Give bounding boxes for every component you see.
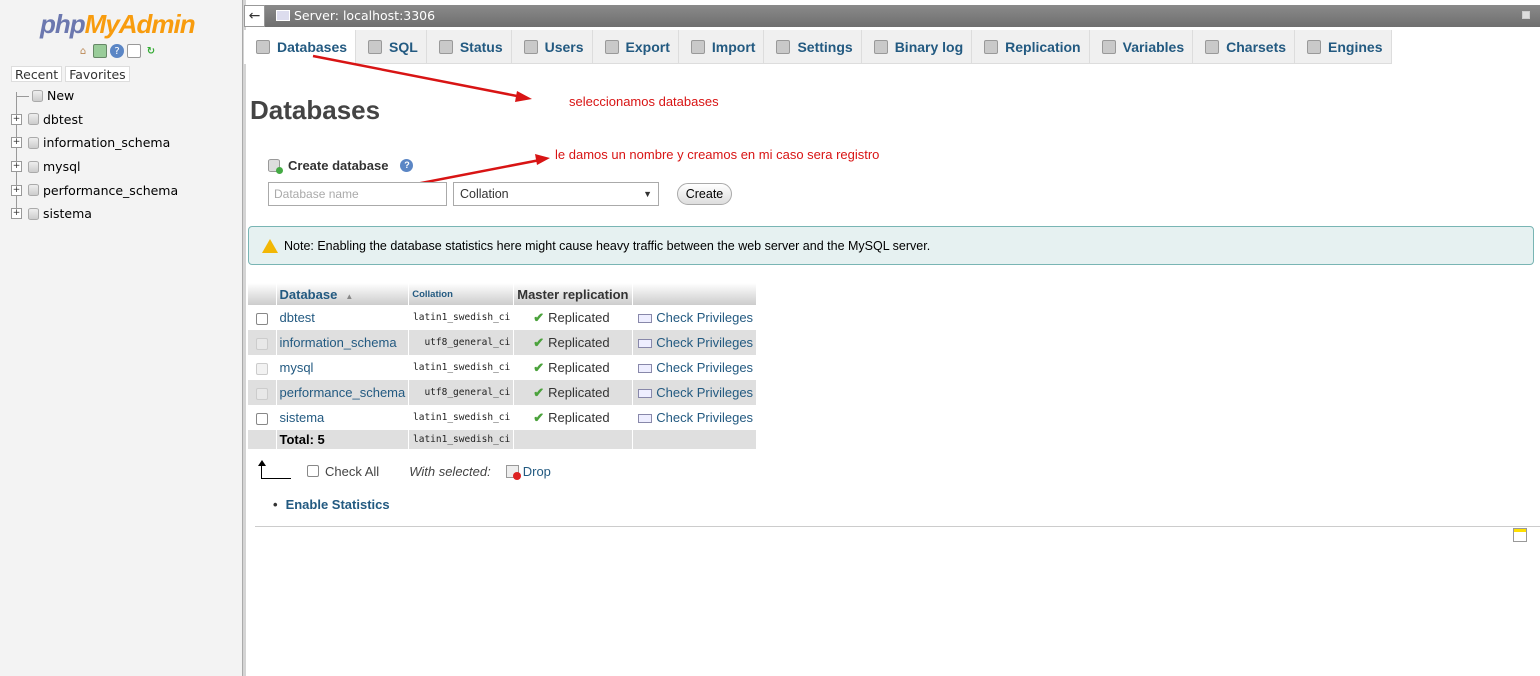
expand-icon[interactable]: + [11, 208, 22, 220]
check-icon: ✔ [533, 359, 545, 375]
check-icon: ✔ [533, 384, 545, 400]
with-selected-label: With selected: [409, 463, 491, 479]
row-checkbox[interactable] [255, 412, 268, 425]
divider [255, 526, 1540, 527]
column-header-master-replication: Master replication [513, 283, 634, 305]
drop-button[interactable]: Drop [505, 464, 551, 480]
expand-icon[interactable]: + [11, 161, 22, 173]
expand-icon[interactable]: + [11, 113, 22, 125]
arrow-up-icon [258, 460, 291, 479]
with-selected-bar: Check All With selected: Drop [258, 460, 551, 480]
create-database-heading: Create database ? [268, 158, 414, 174]
table-row: performance_schema utf8_general_ci ✔ Repl… [248, 380, 758, 405]
row-checkbox[interactable] [255, 312, 268, 325]
collation-value: latin1_swedish_ci [408, 355, 515, 380]
annotation-arrowhead-2 [535, 154, 550, 165]
column-header-collation[interactable]: Collation [408, 283, 515, 305]
privileges-icon [638, 339, 653, 349]
databases-table: Database ▲ Collation Master replication d… [248, 283, 758, 449]
row-checkbox [255, 362, 268, 375]
table-total-row: Total: 5 latin1_swedish_ci [248, 430, 758, 449]
table-row: mysql latin1_swedish_ci ✔ Replicated Chec… [248, 355, 758, 380]
database-link[interactable]: dbtest [276, 305, 410, 330]
annotation-arrows [312, 54, 550, 192]
check-icon: ✔ [533, 334, 545, 350]
total-collation: latin1_swedish_ci [408, 430, 515, 449]
collation-select[interactable]: Collation ▼ [453, 182, 659, 206]
warning-icon [262, 238, 278, 253]
create-button[interactable]: Create [677, 183, 732, 205]
console-icon[interactable] [1513, 528, 1527, 542]
table-row: information_schema utf8_general_ci ✔ Repl… [248, 330, 758, 355]
check-icon: ✔ [533, 409, 545, 425]
column-header-database[interactable]: Database ▲ [276, 283, 410, 305]
collation-value: utf8_general_ci [408, 330, 515, 355]
check-privileges-link[interactable]: Check Privileges [632, 355, 758, 380]
privileges-icon [638, 364, 653, 374]
dropdown-arrow-icon: ▼ [643, 189, 652, 199]
create-database-icon [268, 159, 283, 174]
expand-icon[interactable]: + [11, 184, 22, 196]
privileges-icon [638, 389, 653, 399]
check-icon: ✔ [533, 309, 545, 325]
check-privileges-link[interactable]: Check Privileges [632, 405, 758, 430]
drop-icon [505, 464, 521, 480]
help-icon[interactable]: ? [400, 159, 414, 172]
collation-value: utf8_general_ci [408, 380, 515, 405]
sort-ascending-icon: ▲ [345, 291, 354, 301]
collation-value: latin1_swedish_ci [408, 305, 515, 330]
annotation-text-1: seleccionamos databases [569, 94, 719, 109]
table-row: sistema latin1_swedish_ci ✔ Replicated Ch… [248, 405, 758, 430]
total-label: Total: 5 [276, 430, 410, 449]
database-link[interactable]: mysql [276, 355, 410, 380]
annotation-arrow-1 [312, 54, 523, 99]
privileges-icon [638, 314, 653, 324]
row-checkbox [255, 337, 268, 350]
check-all-toggle[interactable]: Check All [307, 464, 379, 479]
table-row: dbtest latin1_swedish_ci ✔ Replicated Che… [248, 305, 758, 330]
privileges-icon [638, 414, 653, 424]
row-checkbox [255, 387, 268, 400]
check-all-checkbox[interactable] [307, 465, 319, 477]
database-link[interactable]: sistema [276, 405, 410, 430]
check-privileges-link[interactable]: Check Privileges [632, 305, 758, 330]
annotation-text-2: le damos un nombre y creamos en mi caso … [555, 147, 880, 162]
table-header-row: Database ▲ Collation Master replication [248, 283, 758, 305]
expand-icon[interactable]: + [11, 137, 22, 149]
check-privileges-link[interactable]: Check Privileges [632, 380, 758, 405]
database-link[interactable]: performance_schema [276, 380, 410, 405]
check-privileges-link[interactable]: Check Privileges [632, 330, 758, 355]
notice-box: Note: Enabling the database statistics h… [248, 226, 1534, 265]
enable-statistics-link[interactable]: Enable Statistics [273, 497, 390, 512]
database-name-input[interactable] [268, 182, 447, 206]
annotation-arrowhead-1 [515, 91, 532, 102]
database-link[interactable]: information_schema [276, 330, 410, 355]
collation-value: latin1_swedish_ci [408, 405, 515, 430]
